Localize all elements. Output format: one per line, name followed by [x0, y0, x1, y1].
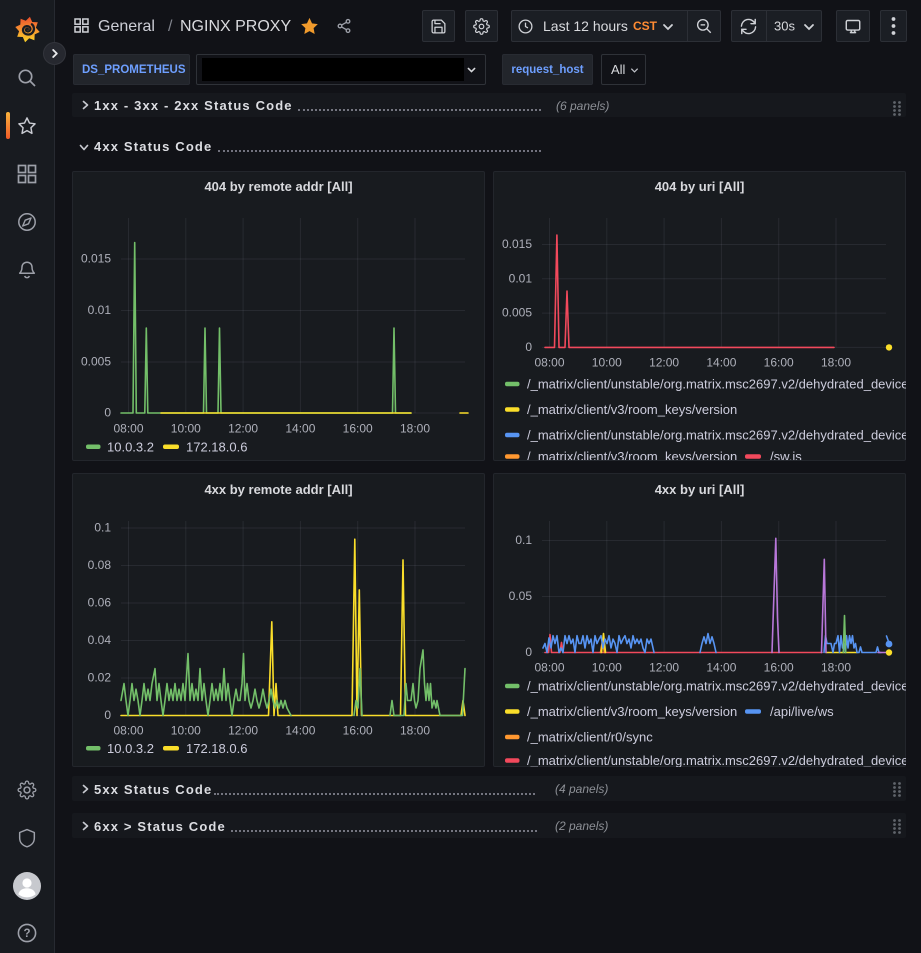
- svg-text:0.05: 0.05: [509, 589, 533, 603]
- svg-text:14:00: 14:00: [285, 724, 315, 738]
- svg-text:10.0.3.2: 10.0.3.2: [107, 440, 154, 455]
- svg-text:12:00: 12:00: [228, 724, 258, 738]
- svg-text:0.08: 0.08: [88, 558, 112, 572]
- svg-text:16:00: 16:00: [764, 661, 794, 675]
- svg-text:?: ?: [23, 928, 30, 940]
- svg-text:12:00: 12:00: [228, 422, 258, 436]
- svg-text:0: 0: [104, 406, 111, 420]
- svg-text:08:00: 08:00: [113, 724, 143, 738]
- svg-text:0.02: 0.02: [88, 671, 112, 685]
- svg-text:0: 0: [104, 708, 111, 722]
- svg-text:08:00: 08:00: [534, 661, 564, 675]
- svg-text:0: 0: [525, 645, 532, 659]
- svg-text:12:00: 12:00: [649, 356, 679, 370]
- svg-text:0.005: 0.005: [81, 355, 111, 369]
- svg-text:0.015: 0.015: [502, 237, 532, 251]
- svg-text:18:00: 18:00: [400, 422, 430, 436]
- svg-text:18:00: 18:00: [821, 661, 851, 675]
- svg-text:18:00: 18:00: [400, 724, 430, 738]
- svg-text:18:00: 18:00: [821, 356, 851, 370]
- svg-text:/_matrix/client/v3/room_keys/v: /_matrix/client/v3/room_keys/version: [527, 449, 737, 460]
- svg-text:0.005: 0.005: [502, 306, 532, 320]
- svg-text:/_matrix/client/v3/room_keys/v: /_matrix/client/v3/room_keys/version: [527, 402, 737, 417]
- svg-text:0.01: 0.01: [88, 303, 112, 317]
- svg-text:0.04: 0.04: [88, 633, 112, 647]
- svg-text:16:00: 16:00: [343, 422, 373, 436]
- svg-text:14:00: 14:00: [285, 422, 315, 436]
- svg-text:/_matrix/client/unstable/org.m: /_matrix/client/unstable/org.matrix.msc2…: [527, 376, 906, 391]
- svg-text:/_matrix/client/r0/sync: /_matrix/client/r0/sync: [527, 729, 653, 744]
- svg-text:/_matrix/client/unstable/org.m: /_matrix/client/unstable/org.matrix.msc2…: [527, 753, 906, 767]
- svg-text:172.18.0.6: 172.18.0.6: [186, 440, 247, 455]
- svg-text:/_matrix/client/unstable/org.m: /_matrix/client/unstable/org.matrix.msc2…: [527, 427, 906, 442]
- svg-text:16:00: 16:00: [343, 724, 373, 738]
- svg-text:12:00: 12:00: [649, 661, 679, 675]
- svg-text:10:00: 10:00: [171, 422, 201, 436]
- svg-text:/_matrix/client/unstable/org.m: /_matrix/client/unstable/org.matrix.msc2…: [527, 678, 906, 693]
- svg-text:0.1: 0.1: [94, 521, 111, 535]
- svg-text:/sw.js: /sw.js: [770, 449, 802, 460]
- svg-text:08:00: 08:00: [534, 356, 564, 370]
- svg-text:0: 0: [525, 340, 532, 354]
- svg-text:0.01: 0.01: [509, 271, 533, 285]
- svg-text:/_matrix/client/v3/room_keys/v: /_matrix/client/v3/room_keys/version: [527, 704, 737, 719]
- svg-text:172.18.0.6: 172.18.0.6: [186, 741, 247, 756]
- svg-text:0.1: 0.1: [515, 533, 532, 547]
- svg-text:16:00: 16:00: [764, 356, 794, 370]
- svg-text:08:00: 08:00: [113, 422, 143, 436]
- svg-text:14:00: 14:00: [706, 356, 736, 370]
- svg-text:10:00: 10:00: [171, 724, 201, 738]
- svg-text:10:00: 10:00: [592, 356, 622, 370]
- svg-text:14:00: 14:00: [706, 661, 736, 675]
- svg-text:0.06: 0.06: [88, 596, 112, 610]
- svg-text:10:00: 10:00: [592, 661, 622, 675]
- svg-text:10.0.3.2: 10.0.3.2: [107, 741, 154, 756]
- svg-text:/api/live/ws: /api/live/ws: [770, 704, 834, 719]
- svg-text:0.015: 0.015: [81, 252, 111, 266]
